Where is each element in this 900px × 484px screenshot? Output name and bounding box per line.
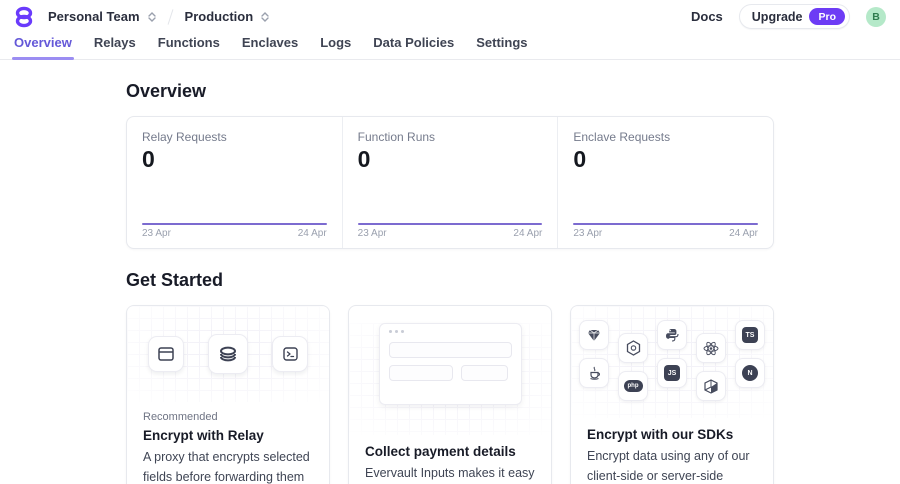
axis-tick-start: 23 Apr bbox=[357, 228, 387, 239]
axis-tick-end: 24 Apr bbox=[513, 228, 543, 239]
stat-enclave-requests: Enclave Requests 0 23 Apr 24 Apr bbox=[557, 117, 773, 248]
tab-data-policies[interactable]: Data Policies bbox=[373, 33, 454, 59]
stat-value: 0 bbox=[573, 146, 587, 172]
evervault-logo[interactable] bbox=[14, 5, 36, 29]
stats-card: Relay Requests 0 23 Apr 24 Apr Function … bbox=[126, 116, 774, 249]
mock-expiry-field bbox=[388, 365, 453, 381]
team-selector-icon bbox=[147, 11, 156, 22]
payment-form-illustration bbox=[349, 323, 551, 435]
main-nav: Overview Relays Functions Enclaves Logs … bbox=[0, 33, 900, 60]
card-title: Encrypt with Relay bbox=[143, 428, 264, 443]
card-encrypt-with-relay[interactable]: Recommended Encrypt with Relay A proxy t… bbox=[126, 305, 330, 484]
sparkline-series bbox=[142, 223, 327, 225]
relay-requests-sparkline: 23 Apr 24 Apr bbox=[142, 223, 327, 239]
tab-logs[interactable]: Logs bbox=[320, 33, 351, 59]
docs-link[interactable]: Docs bbox=[691, 9, 723, 24]
sdk-grid-illustration: php JS TS N bbox=[571, 306, 773, 418]
team-name: Personal Team bbox=[48, 9, 140, 24]
mock-card-number-field bbox=[388, 342, 512, 358]
relay-illustration bbox=[127, 306, 329, 402]
stat-value: 0 bbox=[142, 146, 155, 172]
upgrade-label: Upgrade bbox=[751, 9, 803, 24]
get-started-heading: Get Started bbox=[126, 270, 224, 290]
nodejs-circle-icon: N bbox=[735, 358, 765, 388]
mock-cvc-field bbox=[460, 365, 508, 381]
team-selector[interactable]: Personal Team bbox=[48, 9, 156, 24]
sparkline-series bbox=[357, 223, 543, 225]
overview-heading: Overview bbox=[126, 81, 207, 101]
card-title: Encrypt with our SDKs bbox=[587, 427, 734, 442]
stat-label: Enclave Requests bbox=[573, 130, 671, 144]
sparkline-series bbox=[573, 223, 759, 225]
enclave-requests-sparkline: 23 Apr 24 Apr bbox=[573, 223, 759, 239]
recommended-badge: Recommended bbox=[143, 411, 218, 423]
react-icon bbox=[696, 333, 726, 363]
get-started-cards: Recommended Encrypt with Relay A proxy t… bbox=[126, 305, 774, 484]
mock-browser-window bbox=[378, 323, 522, 405]
typescript-icon: TS bbox=[735, 320, 765, 350]
pro-badge: Pro bbox=[809, 8, 845, 25]
go-cube-icon bbox=[696, 371, 726, 401]
environment-selector-icon bbox=[261, 11, 269, 22]
tab-relays[interactable]: Relays bbox=[94, 33, 136, 59]
environment-selector[interactable]: Production bbox=[185, 9, 270, 24]
stat-value: 0 bbox=[357, 146, 371, 172]
python-icon bbox=[657, 320, 687, 350]
javascript-icon: JS bbox=[657, 358, 687, 388]
card-description: Encrypt data using any of our client-sid… bbox=[587, 449, 750, 483]
function-runs-sparkline: 23 Apr 24 Apr bbox=[357, 223, 543, 239]
card-encrypt-with-sdks[interactable]: php JS TS N Encrypt with our SDKs Encryp… bbox=[570, 305, 774, 484]
card-title: Collect payment details bbox=[365, 444, 516, 459]
stat-function-runs: Function Runs 0 23 Apr 24 Apr bbox=[341, 117, 558, 248]
avatar[interactable]: B bbox=[866, 6, 886, 27]
card-description: Evervault Inputs makes it easy to collec… bbox=[365, 466, 535, 480]
java-icon bbox=[579, 358, 609, 388]
environment-name: Production bbox=[184, 9, 254, 24]
ruby-icon bbox=[579, 320, 609, 350]
terminal-icon bbox=[272, 336, 308, 372]
card-description: A proxy that encrypts selected fields be… bbox=[143, 450, 310, 484]
tab-functions[interactable]: Functions bbox=[158, 33, 220, 59]
axis-tick-end: 24 Apr bbox=[729, 228, 759, 239]
stat-label: Relay Requests bbox=[142, 130, 227, 144]
axis-tick-end: 24 Apr bbox=[297, 228, 327, 239]
main-content: Overview Relay Requests 0 23 Apr 24 Apr … bbox=[0, 81, 900, 484]
breadcrumb-divider bbox=[167, 8, 173, 25]
axis-tick-start: 23 Apr bbox=[573, 228, 603, 239]
browser-window-icon bbox=[148, 336, 184, 372]
relay-stack-icon bbox=[208, 334, 248, 374]
top-bar: Personal Team Production Docs Upgrade Pr… bbox=[0, 0, 900, 33]
window-dots-icon bbox=[388, 330, 512, 333]
stat-label: Function Runs bbox=[357, 130, 436, 144]
node-hexagon-icon bbox=[618, 333, 648, 363]
axis-tick-start: 23 Apr bbox=[142, 228, 171, 239]
tab-overview[interactable]: Overview bbox=[12, 33, 74, 60]
upgrade-button[interactable]: Upgrade Pro bbox=[738, 4, 850, 29]
stat-relay-requests: Relay Requests 0 23 Apr 24 Apr bbox=[127, 117, 342, 248]
card-collect-payment-details[interactable]: Collect payment details Evervault Inputs… bbox=[348, 305, 552, 484]
tab-enclaves[interactable]: Enclaves bbox=[242, 33, 298, 59]
tab-settings[interactable]: Settings bbox=[476, 33, 527, 59]
php-icon: php bbox=[618, 371, 648, 401]
